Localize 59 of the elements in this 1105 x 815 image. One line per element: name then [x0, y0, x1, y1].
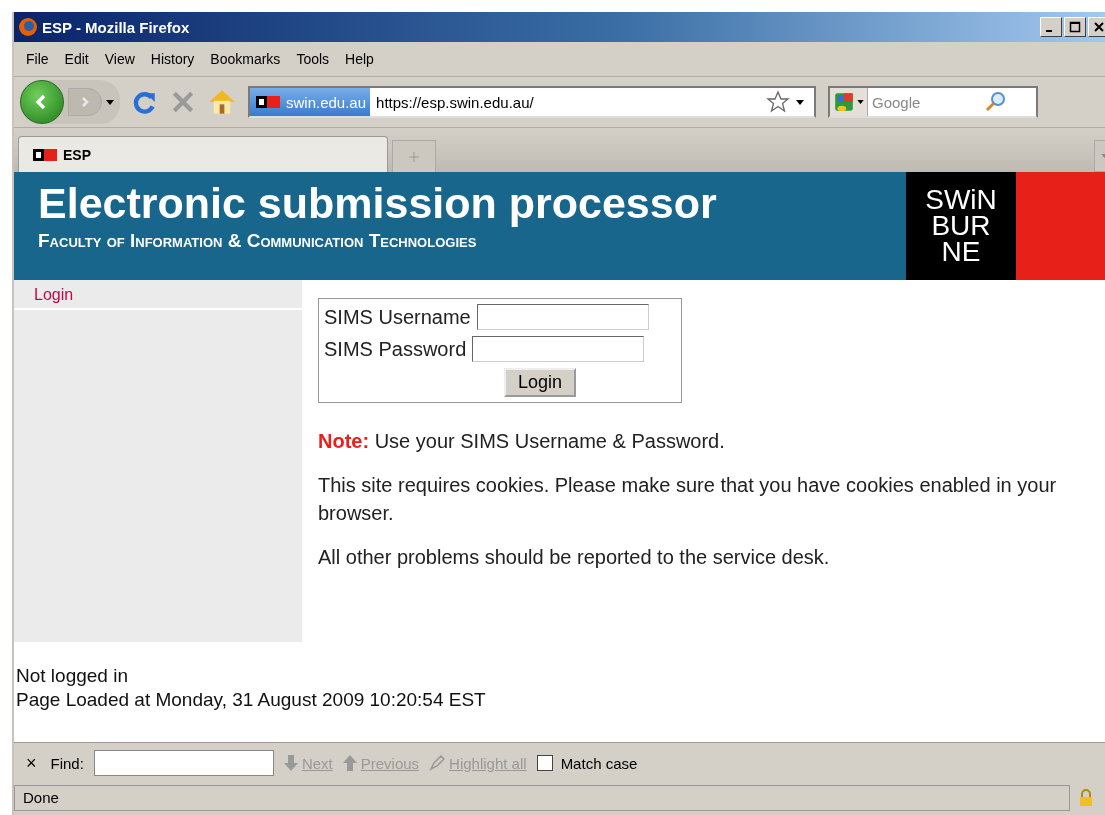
logo-text: NE: [941, 239, 981, 265]
caret-icon: [1100, 154, 1105, 158]
minimize-button[interactable]: [1040, 17, 1062, 37]
site-icon: [256, 96, 280, 108]
password-field[interactable]: [472, 336, 645, 362]
search-icon[interactable]: [984, 90, 1008, 114]
plus-icon: [409, 151, 419, 162]
login-button[interactable]: Login: [503, 368, 576, 397]
firefox-icon: [18, 17, 38, 37]
star-icon[interactable]: [766, 90, 790, 114]
menu-item[interactable]: Bookmarks: [202, 51, 289, 67]
close-icon: [1093, 21, 1105, 33]
close-button[interactable]: ×: [22, 752, 41, 774]
dropdown-icon: [857, 100, 864, 104]
menu-item[interactable]: Edit: [56, 51, 97, 67]
dropdown-icon[interactable]: [796, 99, 804, 105]
logo-text: BUR: [931, 213, 991, 239]
find-field[interactable]: [93, 750, 274, 776]
dropdown-icon[interactable]: [106, 99, 114, 105]
menu-item[interactable]: View: [96, 51, 143, 67]
url-text: https://esp.swin.edu.au/: [376, 93, 535, 111]
maximize-button[interactable]: [1064, 17, 1086, 37]
down-arrow-icon: [283, 755, 298, 771]
close-button[interactable]: [1088, 17, 1105, 37]
highlighter-icon: [429, 755, 446, 771]
username-field[interactable]: [476, 304, 649, 330]
logo-text: SWiN: [925, 187, 997, 213]
search-bar[interactable]: Google: [828, 86, 1038, 118]
notice-text: This site requires cookies. Please make sure that you have cookies enabled in your browser.: [318, 473, 1058, 526]
address-bar[interactable]: swin.edu.au https://esp.swin.edu.au/: [248, 86, 816, 118]
find-label: Find:: [50, 754, 84, 772]
field-label: SIMS Username: [324, 305, 471, 329]
status-text: Done: [14, 785, 1070, 811]
menu-item[interactable]: Tools: [288, 51, 338, 67]
up-arrow-icon: [342, 755, 357, 771]
lock-icon: [1078, 789, 1094, 807]
notice-text: All other problems should be reported to the service desk.: [318, 545, 831, 570]
menu-item[interactable]: Help: [337, 51, 382, 67]
maximize-icon: [1069, 21, 1081, 33]
menu-item[interactable]: History: [142, 51, 203, 67]
site-icon: [33, 148, 57, 161]
footer-text: Page Loaded at Monday, 31 August 2009 10:20:54 EST: [16, 688, 487, 712]
site-domain: swin.edu.au: [286, 93, 367, 111]
footer-text: Not logged in: [16, 664, 129, 688]
minimize-icon: [1046, 30, 1052, 32]
back-button[interactable]: [20, 80, 64, 124]
field-label: SIMS Password: [324, 337, 467, 361]
reload-icon[interactable]: [132, 89, 158, 115]
match-case-checkbox[interactable]: Match case: [536, 754, 638, 772]
home-icon[interactable]: [208, 88, 236, 116]
site-subtitle: Faculty of Information & Communication Technologies: [38, 230, 478, 252]
browser-tab[interactable]: ESP: [18, 136, 388, 172]
site-title: Electronic submission processor: [38, 178, 718, 228]
menu-item[interactable]: File: [18, 51, 57, 67]
window-title: ESP - Mozilla Firefox: [42, 18, 191, 36]
search-engine-button[interactable]: [830, 88, 868, 116]
sidebar-link[interactable]: Login: [14, 286, 302, 310]
notice-text: Note: Use your SIMS Username & Password.: [318, 429, 726, 454]
google-icon: [833, 91, 855, 113]
